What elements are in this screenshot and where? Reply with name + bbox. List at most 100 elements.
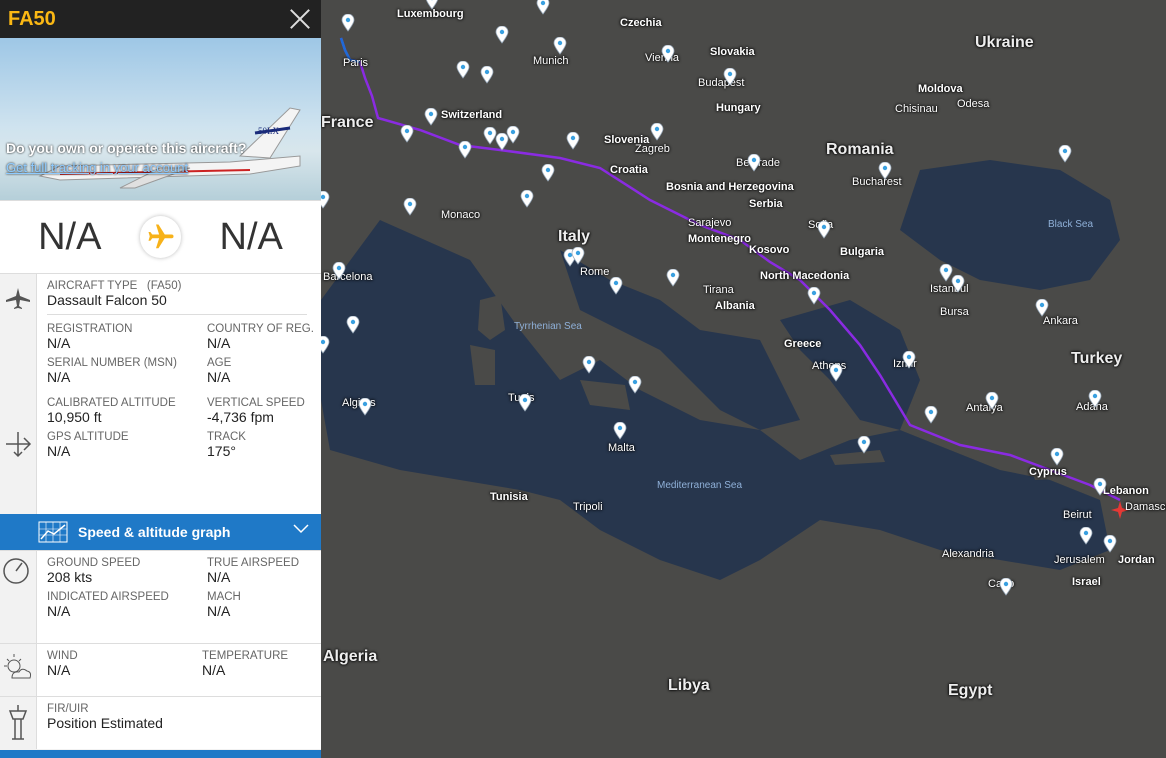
airport-pin-icon[interactable] (571, 247, 585, 265)
map-label-city: Budapest (698, 77, 745, 89)
airport-pin-icon[interactable] (520, 190, 534, 208)
airport-pin-icon[interactable] (358, 398, 372, 416)
airport-pin-icon[interactable] (346, 316, 360, 334)
airport-pin-icon[interactable] (341, 14, 355, 32)
map-label-country: Montenegro (688, 233, 751, 245)
airport-pin-icon[interactable] (403, 198, 417, 216)
airport-pin-icon[interactable] (553, 37, 567, 55)
airport-pin-icon[interactable] (400, 125, 414, 143)
map-label-city: Paris (343, 57, 369, 69)
airport-pin-icon[interactable] (613, 422, 627, 440)
map-label-country: Italy (558, 228, 591, 245)
aircraft-type-label: AIRCRAFT TYPE (47, 280, 138, 292)
fir-value: Position Estimated (47, 715, 163, 731)
speed-altitude-graph-toggle[interactable]: Speed & altitude graph (0, 514, 321, 550)
airplane-icon (139, 216, 182, 258)
origin-airport[interactable]: N/A (0, 216, 140, 259)
airport-pin-icon[interactable] (829, 364, 843, 382)
airport-pin-icon[interactable] (951, 275, 965, 293)
gps-altitude-value: N/A (47, 443, 71, 459)
map-label-country: Switzerland (441, 109, 503, 121)
airport-pin-icon[interactable] (518, 394, 532, 412)
aircraft-type-icon (6, 288, 30, 309)
airport-pin-icon[interactable] (723, 68, 737, 86)
true-airspeed-label: TRUE AIRSPEED (207, 557, 300, 569)
map-label-city: Monaco (441, 209, 481, 221)
airport-pin-icon[interactable] (1103, 535, 1117, 553)
close-icon[interactable] (287, 6, 313, 32)
map-label-country: Moldova (918, 83, 963, 95)
airport-pin-icon[interactable] (506, 126, 520, 144)
airport-pin-icon[interactable] (424, 108, 438, 126)
airport-pin-icon[interactable] (1079, 527, 1093, 545)
aircraft-section: AIRCRAFT TYPE (FA50) Dassault Falcon 50 … (0, 273, 321, 514)
wind-value: N/A (47, 662, 71, 678)
map-label-country: Turkey (1071, 350, 1123, 367)
airport-pin-icon[interactable] (582, 356, 596, 374)
airport-pin-icon[interactable] (857, 436, 871, 454)
map-label-city: Rome (580, 266, 610, 278)
airport-pin-icon[interactable] (999, 578, 1013, 596)
airport-pin-icon[interactable] (807, 287, 821, 305)
airport-pin-icon[interactable] (661, 45, 675, 63)
full-tracking-link[interactable]: Get full tracking in your account (6, 160, 188, 175)
speed-section: GROUND SPEED 208 kts TRUE AIRSPEED N/A IND… (0, 550, 321, 643)
speedometer-icon (3, 558, 29, 584)
track-label: TRACK (207, 431, 246, 443)
vertical-speed-value: -4,736 fpm (207, 409, 274, 425)
airport-pin-icon[interactable] (924, 406, 938, 424)
airport-pin-icon[interactable] (628, 376, 642, 394)
map-label-city: Jerusalem (1054, 554, 1105, 566)
airport-pin-icon[interactable] (609, 277, 623, 295)
map-label-city: Malta (608, 442, 635, 454)
map-label-country: Romania (826, 141, 894, 158)
airport-pin-icon[interactable] (817, 221, 831, 239)
airport-pin-icon[interactable] (878, 162, 892, 180)
airport-pin-icon[interactable] (1050, 448, 1064, 466)
ground-speed-value: 208 kts (47, 569, 93, 585)
map-label-country: Slovakia (710, 46, 755, 58)
serial-label: SERIAL NUMBER (MSN) (47, 357, 177, 369)
airport-pin-icon[interactable] (747, 154, 761, 172)
track-value: 175° (207, 443, 236, 459)
airport-pin-icon[interactable] (666, 269, 680, 287)
airport-pin-icon[interactable] (1035, 299, 1049, 317)
map-label-country: Czechia (620, 17, 662, 29)
map-label-country: Albania (715, 300, 755, 312)
map-label-country: Libya (668, 677, 710, 694)
vertical-speed-label: VERTICAL SPEED (207, 397, 305, 409)
airport-pin-icon[interactable] (536, 0, 550, 15)
airport-pin-icon[interactable] (650, 123, 664, 141)
panel-header: FA50 (0, 0, 321, 38)
map-label-country: North Macedonia (760, 270, 850, 282)
airport-pin-icon[interactable] (985, 392, 999, 410)
wind-label: WIND (47, 650, 78, 662)
map-label-country: Egypt (948, 682, 993, 699)
map-label-country: Kosovo (749, 244, 790, 256)
fir-section: FIR/UIR Position Estimated (0, 696, 321, 749)
aircraft-type-code: (FA50) (146, 280, 182, 292)
airport-pin-icon[interactable] (902, 351, 916, 369)
true-airspeed-value: N/A (207, 569, 231, 585)
map-label-city: Bursa (940, 306, 969, 318)
airport-pin-icon[interactable] (1093, 478, 1107, 496)
airport-pin-icon[interactable] (495, 26, 509, 44)
airport-pin-icon[interactable] (1088, 390, 1102, 408)
map-label-city: Munich (533, 55, 569, 67)
airport-pin-icon[interactable] (425, 0, 439, 10)
airport-pin-icon[interactable] (541, 164, 555, 182)
map-label-city: Zagreb (635, 143, 670, 155)
airport-pin-icon[interactable] (480, 66, 494, 84)
chevron-down-icon (293, 524, 309, 534)
map-label-city: Tripoli (573, 501, 603, 513)
airport-pin-icon[interactable] (1058, 145, 1072, 163)
airport-pin-icon[interactable] (566, 132, 580, 150)
map-label-country: Algeria (323, 648, 378, 665)
control-tower-icon (8, 705, 28, 740)
temperature-label: TEMPERATURE (202, 650, 289, 662)
airport-pin-icon[interactable] (332, 262, 346, 280)
destination-airport[interactable]: N/A (181, 216, 321, 259)
airport-pin-icon[interactable] (456, 61, 470, 79)
aircraft-info-panel: FA50 50LX Do you own or operate this air… (0, 0, 321, 758)
airport-pin-icon[interactable] (458, 141, 472, 159)
